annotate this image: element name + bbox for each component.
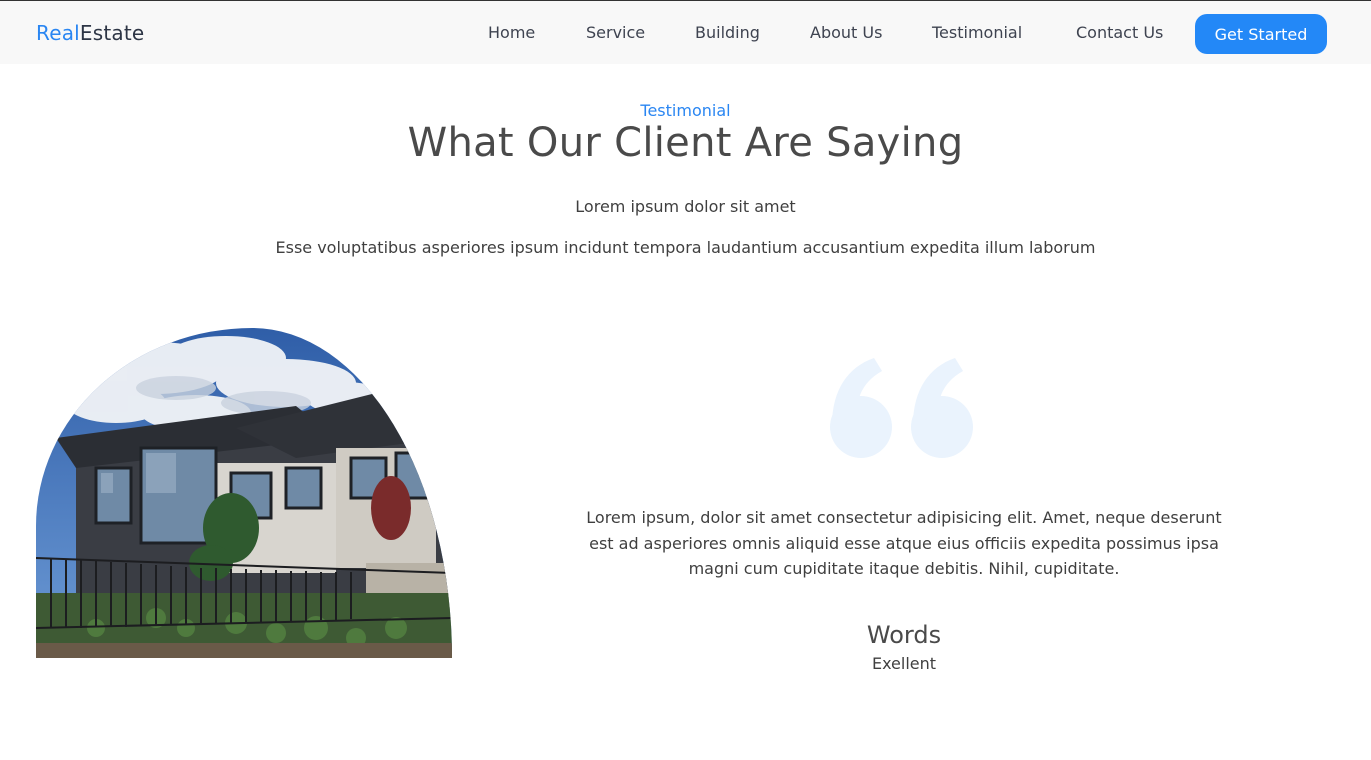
testimonial-role: Exellent <box>871 654 937 673</box>
get-started-button[interactable]: Get Started <box>1195 14 1327 54</box>
house-illustration <box>36 328 452 658</box>
section-subtitle: Lorem ipsum dolor sit amet <box>575 197 796 216</box>
nav-link-contact-us[interactable]: Contact Us <box>1076 23 1163 42</box>
quote-icon <box>830 358 973 458</box>
testimonial-author: Words <box>866 621 942 649</box>
section-description: Esse voluptatibus asperiores ipsum incid… <box>275 238 1096 257</box>
nav-links: Home Service Building About Us Testimoni… <box>0 23 1371 45</box>
nav-link-building[interactable]: Building <box>695 23 760 42</box>
nav-link-home[interactable]: Home <box>488 23 535 42</box>
nav-link-testimonial[interactable]: Testimonial <box>932 23 1022 42</box>
nav-link-service[interactable]: Service <box>586 23 645 42</box>
navbar: RealEstate Home Service Building About U… <box>0 0 1371 64</box>
nav-link-about-us[interactable]: About Us <box>810 23 882 42</box>
testimonial-text: Lorem ipsum, dolor sit amet consectetur … <box>586 508 1222 578</box>
house-photo <box>36 328 452 658</box>
section-eyebrow: Testimonial <box>640 101 731 120</box>
section-title: What Our Client Are Saying <box>407 120 964 166</box>
